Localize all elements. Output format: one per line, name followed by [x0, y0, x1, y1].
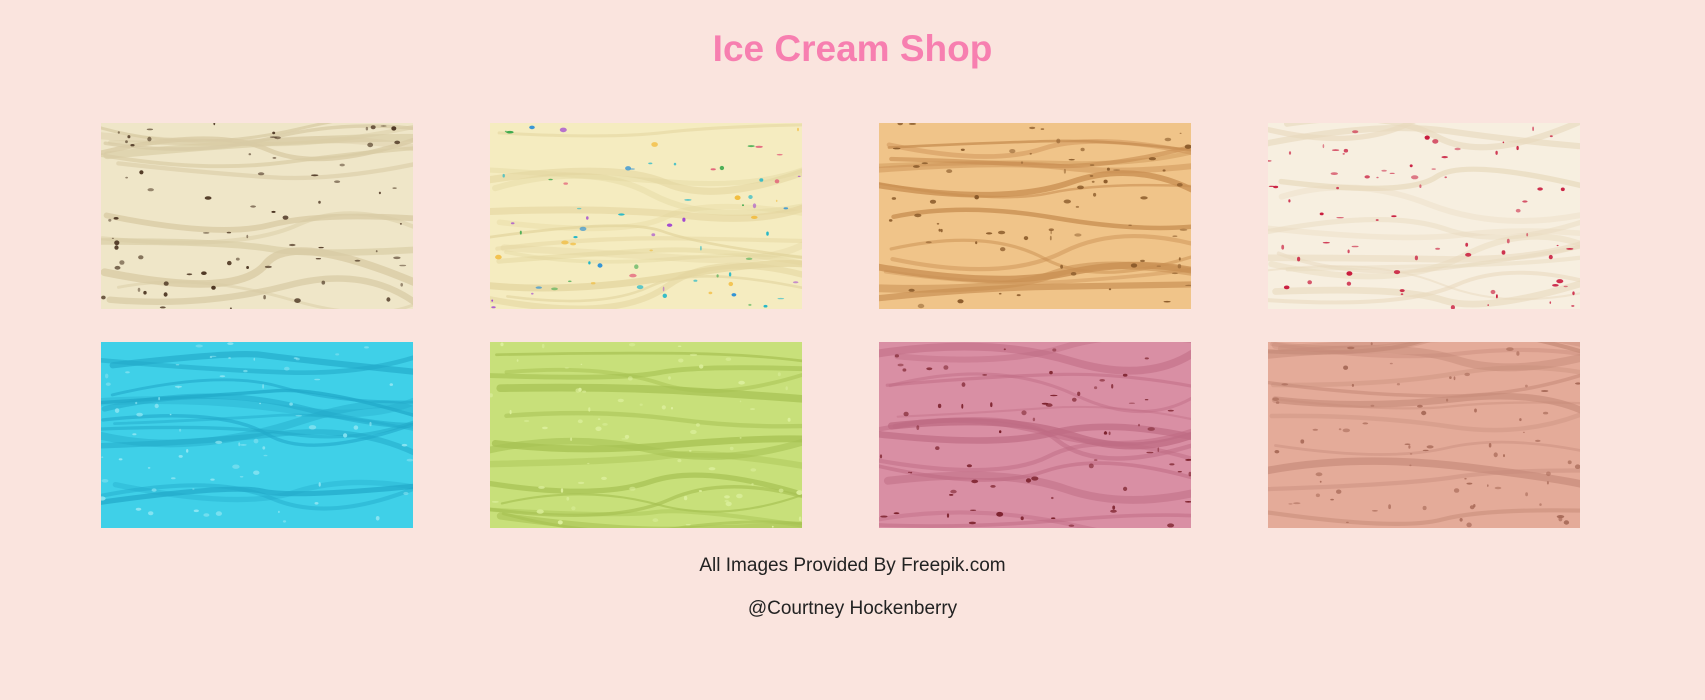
ice-cream-image-vanilla-sprinkles	[490, 123, 802, 309]
ice-cream-image-chocolate-pink	[1268, 342, 1580, 528]
texture-graphic	[490, 342, 802, 528]
texture-graphic	[101, 123, 413, 309]
texture-graphic	[879, 123, 1191, 309]
ice-cream-image-cookies-and-cream	[101, 123, 413, 309]
texture-graphic	[490, 123, 802, 309]
page-title: Ice Cream Shop	[712, 28, 993, 69]
ice-cream-image-blue-raspberry	[101, 342, 413, 528]
texture-graphic	[101, 342, 413, 528]
image-credit: All Images Provided By Freepik.com	[699, 555, 1006, 576]
ice-cream-image-lime	[490, 342, 802, 528]
ice-cream-image-caramel	[879, 123, 1191, 309]
ice-cream-image-strawberry	[879, 342, 1191, 528]
ice-cream-gallery	[101, 123, 1580, 528]
ice-cream-image-cherry-vanilla	[1268, 123, 1580, 309]
texture-graphic	[1268, 123, 1580, 309]
texture-graphic	[1268, 342, 1580, 528]
texture-graphic	[879, 342, 1191, 528]
author-credit: @Courtney Hockenberry	[747, 598, 958, 619]
